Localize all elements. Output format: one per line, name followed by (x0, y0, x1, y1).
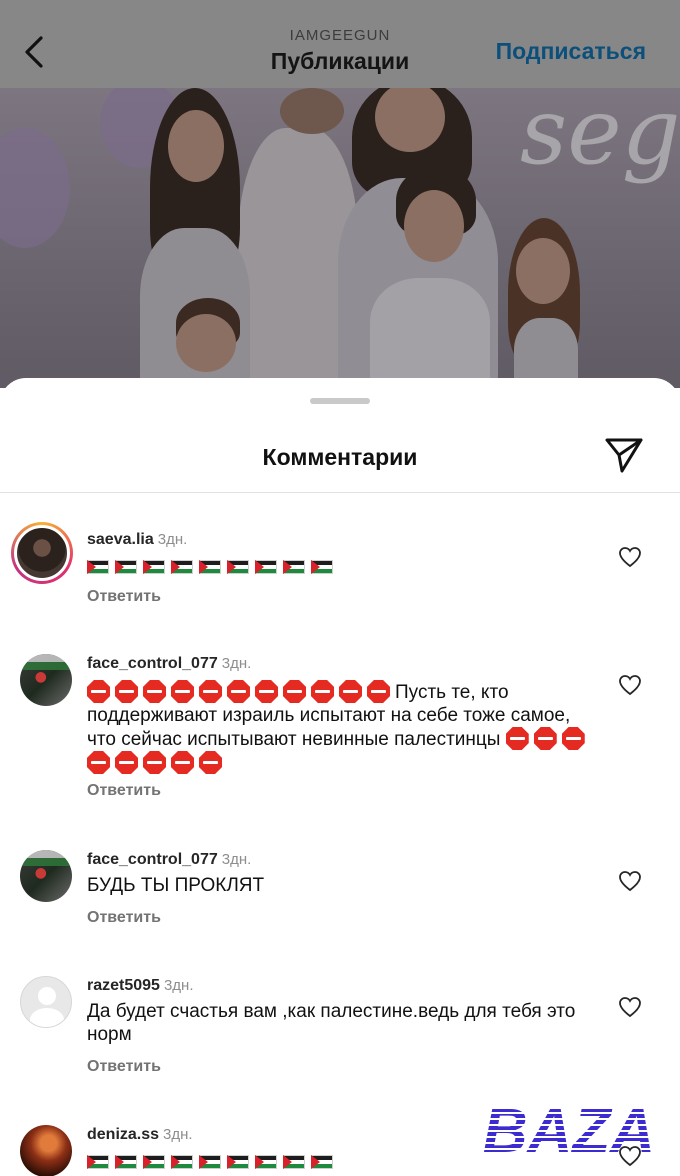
palestine-flag-icon (227, 560, 249, 574)
stop-sign-icon (533, 727, 557, 750)
stop-sign-icon (283, 680, 306, 703)
comment-text: Пусть те, кто поддерживают израиль испыт… (87, 680, 597, 775)
heart-icon[interactable] (618, 870, 642, 892)
palestine-flag-icon (255, 1155, 277, 1169)
reply-button[interactable]: Ответить (87, 1058, 161, 1076)
person-head (516, 238, 570, 304)
palestine-flag-icon (87, 1155, 109, 1169)
stop-sign-icon (143, 680, 166, 703)
stop-sign-icon (115, 751, 138, 774)
baza-logo: BAZA (483, 1102, 655, 1158)
share-button[interactable] (604, 436, 648, 476)
palestine-flag-icon (199, 560, 221, 574)
avatar[interactable] (20, 850, 72, 902)
flower-decor (0, 128, 70, 248)
divider (0, 492, 680, 493)
avatar[interactable] (20, 1125, 72, 1176)
stop-sign-icon (87, 751, 110, 774)
palestine-flag-icon (171, 560, 193, 574)
logo-text: BAZA (483, 1102, 655, 1158)
stop-sign-icon (171, 680, 194, 703)
post-photo[interactable]: segu (0, 88, 680, 388)
stop-sign-icon (505, 727, 529, 750)
comment-time: 3дн. (157, 531, 188, 548)
avatar[interactable] (11, 522, 73, 584)
palestine-flag-icon (283, 560, 305, 574)
palestine-flag-icon (143, 1155, 165, 1169)
post-header: IAMGEEGUN Публикации Подписаться (0, 0, 680, 88)
person-head (168, 110, 224, 182)
stop-sign-icon (339, 680, 362, 703)
comment-text: Да будет счастья вам ,как палестине.ведь… (87, 1001, 576, 1045)
palestine-flag-icon (311, 560, 333, 574)
stop-sign-icon (255, 680, 278, 703)
comment-username[interactable]: saeva.lia (87, 531, 154, 548)
stop-sign-icon (115, 680, 138, 703)
comment-text (87, 556, 597, 579)
heart-icon[interactable] (618, 996, 642, 1018)
comment-time: 3дн. (221, 655, 252, 672)
comment-time: 3дн. (221, 851, 252, 868)
paper-plane-icon (605, 438, 643, 473)
comment-text: БУДЬ ТЫ ПРОКЛЯТ (87, 875, 265, 896)
comment-username[interactable]: razet5095 (87, 977, 160, 994)
stop-sign-icon (199, 751, 222, 774)
palestine-flag-icon (283, 1155, 305, 1169)
stop-emoji-row (87, 680, 395, 703)
palestine-flag-icon (311, 1155, 333, 1169)
stop-sign-icon (143, 751, 166, 774)
palestine-flag-icon (171, 1155, 193, 1169)
stop-sign-icon (171, 751, 194, 774)
reply-button[interactable]: Ответить (87, 909, 161, 927)
palestine-flag-icon (115, 560, 137, 574)
heart-icon[interactable] (618, 674, 642, 696)
stop-sign-icon (561, 727, 585, 750)
follow-button[interactable]: Подписаться (496, 38, 646, 65)
stop-sign-icon (199, 680, 222, 703)
palestine-flag-icon (143, 560, 165, 574)
palestine-flag-icon (199, 1155, 221, 1169)
person-head (404, 190, 464, 262)
comment-time: 3дн. (163, 1126, 193, 1143)
palestine-flag-icon (255, 560, 277, 574)
person-figure (370, 278, 490, 388)
person-head (280, 88, 344, 134)
flag-emoji-row (87, 557, 339, 578)
palestine-flag-icon (227, 1155, 249, 1169)
comments-sheet: Комментарии saeva.lia 3дн. Ответить face_… (0, 378, 680, 1176)
sheet-drag-handle[interactable] (310, 398, 370, 404)
avatar[interactable] (20, 976, 72, 1028)
heart-icon[interactable] (618, 546, 642, 568)
person-head (176, 314, 236, 372)
palestine-flag-icon (87, 560, 109, 574)
flag-emoji-row (87, 1152, 339, 1173)
avatar[interactable] (20, 654, 72, 706)
sheet-title: Комментарии (262, 444, 418, 470)
comment-time: 3дн. (163, 977, 194, 994)
stop-sign-icon (227, 680, 250, 703)
decor-lettering: segu (520, 88, 680, 185)
stop-sign-icon (311, 680, 334, 703)
stop-sign-icon (367, 680, 390, 703)
palestine-flag-icon (115, 1155, 137, 1169)
comment-username[interactable]: face_control_077 (87, 655, 218, 672)
reply-button[interactable]: Ответить (87, 782, 161, 800)
stop-sign-icon (87, 680, 110, 703)
comment-username[interactable]: face_control_077 (87, 851, 218, 868)
comment-username[interactable]: deniza.ss (87, 1126, 159, 1143)
reply-button[interactable]: Ответить (87, 588, 161, 606)
